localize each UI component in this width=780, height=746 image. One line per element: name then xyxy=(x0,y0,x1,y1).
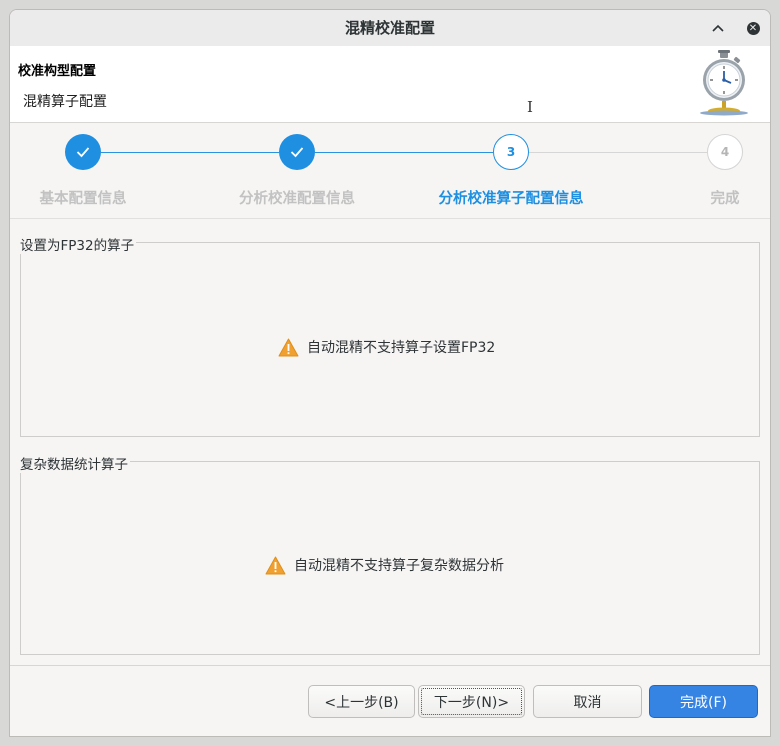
wizard-steps: 3 4 基本配置信息 分析校准配置信息 分析校准算子配置信息 完成 xyxy=(10,123,770,218)
divider xyxy=(10,218,770,219)
warning-icon xyxy=(278,338,299,356)
wizard-header: 校准构型配置 混精算子配置 I xyxy=(10,46,770,123)
previous-button[interactable]: <上一步(B) xyxy=(308,685,415,718)
step-connector xyxy=(101,152,279,153)
minimize-button[interactable] xyxy=(708,18,728,38)
stopwatch-icon xyxy=(700,50,748,116)
step-4-label: 完成 xyxy=(710,191,740,207)
step-connector xyxy=(529,152,707,153)
chevron-up-icon xyxy=(712,24,724,32)
step-2-label: 分析校准配置信息 xyxy=(239,191,355,207)
window-title: 混精校准配置 xyxy=(344,19,435,37)
step-2-indicator xyxy=(279,134,315,170)
page-subtitle: 混精算子配置 xyxy=(23,94,107,110)
step-connector xyxy=(315,152,493,153)
step-1-label: 基本配置信息 xyxy=(39,191,127,207)
title-bar: 混精校准配置 ✕ xyxy=(10,10,770,47)
step-4-indicator: 4 xyxy=(707,134,743,170)
page-title: 校准构型配置 xyxy=(18,64,97,79)
warning-icon xyxy=(265,556,286,574)
close-icon: ✕ xyxy=(746,21,760,35)
fp32-operators-group-label: 设置为FP32的算子 xyxy=(20,234,137,254)
finish-button[interactable]: 完成(F) xyxy=(649,685,758,718)
complex-data-operators-group-label: 复杂数据统计算子 xyxy=(20,453,130,473)
checkmark-icon xyxy=(76,147,90,158)
next-button[interactable]: 下一步(N)> xyxy=(418,685,525,718)
warning-text: 自动混精不支持算子设置FP32 xyxy=(307,340,496,356)
step-1-indicator xyxy=(65,134,101,170)
wizard-window: 混精校准配置 ✕ 校准构型配置 混精算子配置 I 3 4 基本配置信息 分析校准… xyxy=(9,9,771,737)
text-cursor-icon: I xyxy=(527,98,533,116)
cancel-button[interactable]: 取消 xyxy=(533,685,642,718)
checkmark-icon xyxy=(290,147,304,158)
step-3-indicator: 3 xyxy=(493,134,529,170)
warning-text: 自动混精不支持算子复杂数据分析 xyxy=(294,558,504,574)
footer-divider xyxy=(10,665,770,666)
fp32-warning-message: 自动混精不支持算子设置FP32 xyxy=(278,337,495,357)
close-button[interactable]: ✕ xyxy=(743,18,763,38)
step-3-label: 分析校准算子配置信息 xyxy=(438,191,584,207)
complex-data-warning-message: 自动混精不支持算子复杂数据分析 xyxy=(265,555,504,575)
